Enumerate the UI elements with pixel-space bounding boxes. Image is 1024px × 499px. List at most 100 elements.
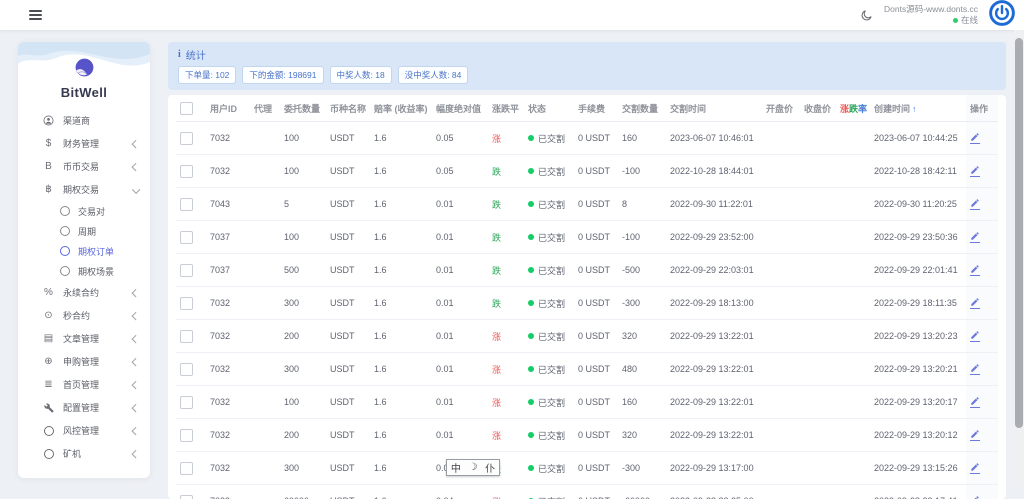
row-checkbox[interactable] (180, 495, 193, 499)
status-badge: 已交割 (528, 165, 570, 178)
row-checkbox[interactable] (180, 132, 193, 145)
sidebar-toggle-button[interactable] (29, 8, 42, 23)
row-checkbox[interactable] (180, 462, 193, 475)
cell: 2022-09-29 23:52:00 (666, 221, 762, 254)
cell: 8 (618, 188, 666, 221)
stat-chip-2: 中奖人数: 18 (330, 66, 392, 84)
sidebar-item-2[interactable]: B币币交易 (18, 155, 150, 178)
cell (250, 386, 280, 419)
sidebar-subitem-3-2[interactable]: 期权订单 (18, 241, 150, 261)
edit-button[interactable] (970, 132, 980, 144)
column-header-7: 状态 (524, 95, 574, 122)
sidebar-item-8[interactable]: ≣首页管理 (18, 373, 150, 396)
cell (250, 221, 280, 254)
row-checkbox[interactable] (180, 429, 193, 442)
row-select-cell (176, 452, 206, 485)
cell: 300 (280, 353, 326, 386)
sidebar-subitem-3-0[interactable]: 交易对 (18, 201, 150, 221)
cell: 5 (280, 188, 326, 221)
table-body: 7032100USDT1.60.05涨已交割0 USDT1602023-06-0… (176, 122, 998, 499)
row-checkbox[interactable] (180, 396, 193, 409)
cell: 160 (618, 386, 666, 419)
edit-button[interactable] (970, 363, 980, 375)
cell: 2022-09-29 13:22:01 (666, 320, 762, 353)
sidebar-item-10[interactable]: 风控管理 (18, 419, 150, 442)
status-label: 已交割 (538, 429, 565, 442)
sidebar-item-6[interactable]: ▤文章管理 (18, 327, 150, 350)
edit-button[interactable] (970, 231, 980, 243)
rate-header-part: 率 (858, 104, 867, 114)
row-checkbox[interactable] (180, 165, 193, 178)
cell: 2022-09-29 13:20:23 (870, 320, 966, 353)
vertical-scrollbar[interactable] (1014, 30, 1024, 486)
sidebar-item-5[interactable]: ⊙秒合约 (18, 304, 150, 327)
status-label: 已交割 (538, 396, 565, 409)
row-select-cell (176, 419, 206, 452)
edit-button[interactable] (970, 297, 980, 309)
cell (800, 452, 836, 485)
edit-button[interactable] (970, 264, 980, 276)
sort-asc-icon[interactable]: ↑ (912, 104, 917, 114)
cell: 0.01 (432, 287, 488, 320)
sidebar-item-11[interactable]: 矿机 (18, 442, 150, 465)
sidebar-subitem-3-3[interactable]: 期权场景 (18, 261, 150, 281)
row-select-cell (176, 386, 206, 419)
cell (836, 353, 870, 386)
cell: 7032 (206, 320, 250, 353)
sidebar-item-7[interactable]: ⊕申购管理 (18, 350, 150, 373)
status-label: 已交割 (538, 297, 565, 310)
cell (762, 320, 800, 353)
sidebar-subitem-3-1[interactable]: 周期 (18, 221, 150, 241)
sidebar-item-3[interactable]: ฿期权交易 (18, 178, 150, 201)
cell: 320 (618, 419, 666, 452)
scrollbar-thumb[interactable] (1015, 38, 1023, 428)
cell: -500 (618, 254, 666, 287)
cell (250, 122, 280, 155)
edit-button[interactable] (970, 495, 980, 499)
orders-table: 用户ID代理委托数量币种名称赔率 (收益率)幅度绝对值涨跌平状态手续费交割数量交… (176, 95, 998, 499)
user-info[interactable]: Donts源码-www.donts.cc 在线 (884, 4, 978, 26)
stat-chip-3: 没中奖人数: 84 (398, 66, 469, 84)
ime-status-bar[interactable]: 中☽仆 (446, 459, 500, 476)
seconds-icon: ⊙ (42, 310, 55, 321)
status-badge: 已交割 (528, 429, 570, 442)
row-checkbox[interactable] (180, 330, 193, 343)
row-checkbox[interactable] (180, 198, 193, 211)
cell (250, 254, 280, 287)
chevron-left-icon (131, 358, 139, 366)
edit-button[interactable] (970, 198, 980, 210)
dark-mode-icon[interactable] (860, 9, 873, 22)
ime-glyph-2: 仆 (485, 460, 495, 475)
direction-cell: 涨 (488, 320, 524, 353)
edit-button[interactable] (970, 165, 980, 177)
row-checkbox[interactable] (180, 264, 193, 277)
row-checkbox[interactable] (180, 231, 193, 244)
cell: 2022-09-29 22:01:41 (870, 254, 966, 287)
row-checkbox[interactable] (180, 297, 193, 310)
cell: 1.6 (370, 320, 432, 353)
sidebar-item-9[interactable]: 配置管理 (18, 396, 150, 419)
cell (800, 419, 836, 452)
cell: 1.6 (370, 221, 432, 254)
cell (800, 485, 836, 499)
sidebar-item-0[interactable]: 渠道商 (18, 109, 150, 132)
status-badge: 已交割 (528, 363, 570, 376)
direction-cell: 跌 (488, 188, 524, 221)
sidebar-item-4[interactable]: %永续合约 (18, 281, 150, 304)
status-dot-icon (528, 399, 534, 405)
cell (800, 287, 836, 320)
row-checkbox[interactable] (180, 363, 193, 376)
radio-icon (60, 226, 70, 236)
edit-button[interactable] (970, 330, 980, 342)
edit-button[interactable] (970, 462, 980, 474)
status-dot-icon (528, 300, 534, 306)
sidebar-item-label: 永续合约 (63, 286, 133, 299)
rate-header-part: 跌 (849, 104, 858, 114)
edit-button[interactable] (970, 429, 980, 441)
column-header-10: 交割时间 (666, 95, 762, 122)
select-all-checkbox[interactable] (180, 102, 193, 115)
cell: 1.6 (370, 287, 432, 320)
column-header-14[interactable]: 创建时间↑ (870, 95, 966, 122)
edit-button[interactable] (970, 396, 980, 408)
sidebar-item-1[interactable]: $财务管理 (18, 132, 150, 155)
